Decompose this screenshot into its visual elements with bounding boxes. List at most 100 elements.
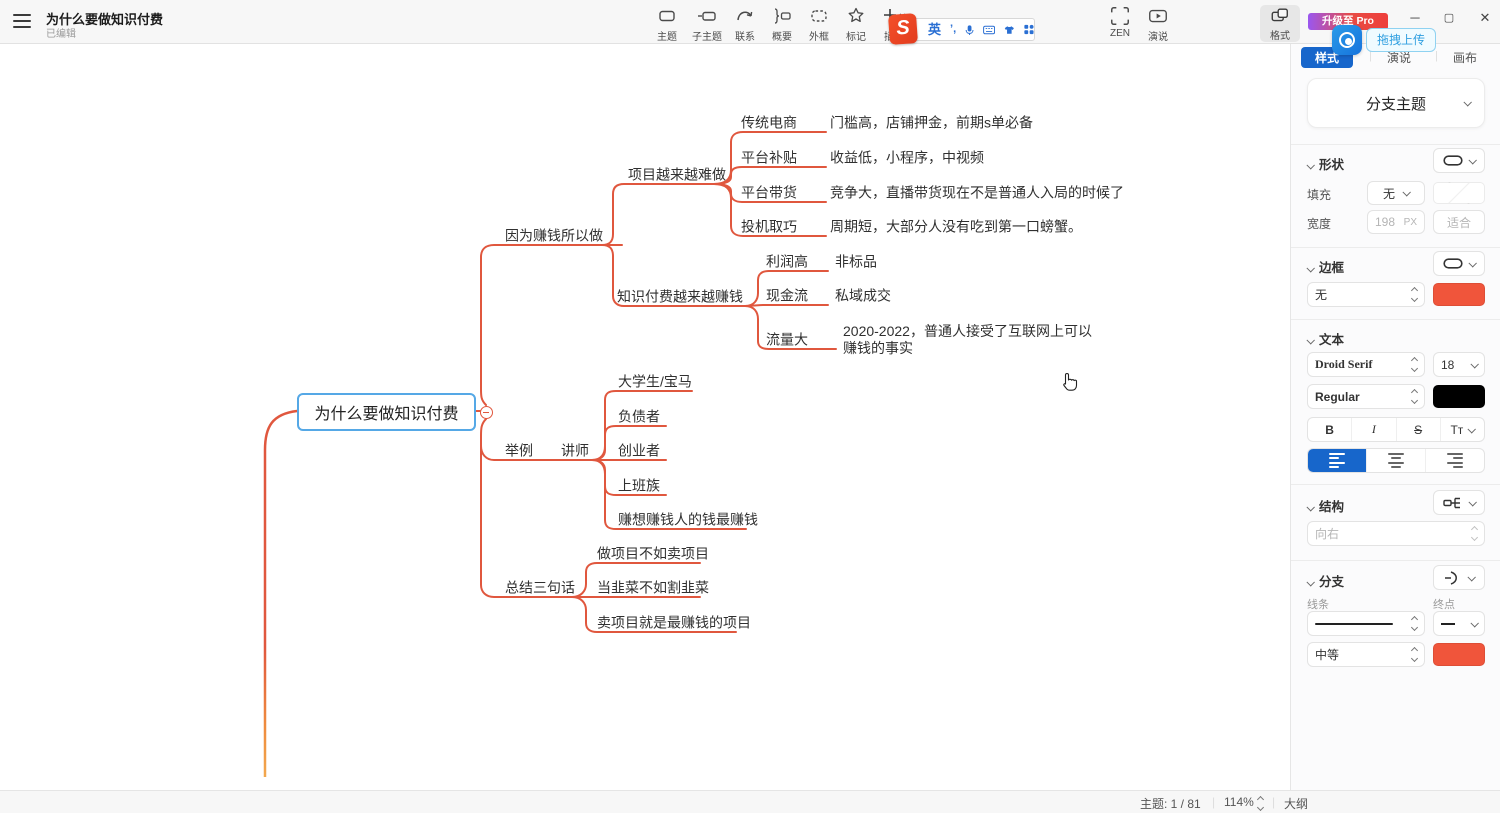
fill-label: 填充 [1307, 186, 1331, 203]
ime-keyboard-icon[interactable] [983, 24, 995, 36]
width-label: 宽度 [1307, 215, 1331, 232]
summary-icon [771, 5, 793, 27]
fit-width-button[interactable]: 适合 [1433, 210, 1485, 234]
branch-shape-dropdown[interactable] [1433, 565, 1485, 590]
border-style-dropdown[interactable] [1433, 251, 1485, 276]
mouse-cursor-hand [1060, 372, 1079, 394]
map-node-r3[interactable]: 卖项目就是最赚钱的项目 [597, 615, 751, 632]
map-node-b2c1[interactable]: 讲师 [561, 443, 589, 460]
drag-upload-widget[interactable]: 拖拽上传 [1332, 25, 1436, 55]
structure-direction-stepper[interactable]: 向右 [1307, 521, 1485, 546]
map-node-r2[interactable]: 当韭菜不如割韭菜 [597, 580, 709, 597]
ime-toolbox-icon[interactable] [1024, 23, 1034, 36]
zen-mode-icon [1109, 5, 1131, 27]
map-node-b3[interactable]: 总结三句话 [505, 580, 575, 597]
section-shape[interactable]: 形状 [1307, 154, 1344, 173]
hamburger-menu-icon[interactable] [13, 14, 31, 28]
topic-type-selector[interactable]: 分支主题 [1307, 78, 1485, 128]
map-node-u1l[interactable]: 非标品 [835, 254, 877, 271]
section-branch[interactable]: 分支 [1307, 571, 1344, 590]
map-node-t2l[interactable]: 收益低，小程序，中视频 [830, 150, 984, 167]
map-node-t4[interactable]: 投机取巧 [741, 219, 797, 236]
toolbar-topic-button[interactable]: 主题 [645, 5, 689, 43]
font-color-swatch[interactable] [1433, 385, 1485, 408]
text-case-dropdown[interactable]: Tᴛ [1441, 418, 1484, 441]
italic-button[interactable]: I [1352, 418, 1396, 441]
map-node-s5[interactable]: 赚想赚钱人的钱最赚钱 [618, 512, 758, 529]
map-node-b1c1[interactable]: 项目越来越难做 [628, 167, 726, 184]
align-center-button[interactable] [1367, 449, 1426, 472]
format-icon [1269, 6, 1291, 26]
line-style-stepper[interactable] [1307, 611, 1425, 636]
mindmap-canvas[interactable]: 为什么要做知识付费 因为赚钱所以做 项目越来越难做 传统电商 门槛高，店铺押金，前期s… [0, 44, 1290, 777]
section-structure[interactable]: 结构 [1307, 496, 1344, 515]
rounded-rect-border-icon [1443, 258, 1463, 269]
map-node-t1l[interactable]: 门槛高，店铺押金，前期s单必备 [830, 115, 1033, 132]
branch-color-swatch[interactable] [1433, 643, 1485, 666]
map-node-u2[interactable]: 现金流 [766, 288, 808, 305]
sogou-logo-icon[interactable]: S [888, 13, 918, 45]
window-maximize-button[interactable]: ▢ [1434, 6, 1464, 30]
map-node-b2[interactable]: 举例 [505, 443, 533, 460]
line-weight-stepper[interactable]: 中等 [1307, 642, 1425, 667]
map-node-s1[interactable]: 大学生/宝马 [618, 374, 692, 391]
text-style-group: B I S Tᴛ [1307, 417, 1485, 442]
border-width-stepper[interactable]: 无 [1307, 282, 1425, 307]
border-color-swatch[interactable] [1433, 283, 1485, 306]
align-right-button[interactable] [1426, 449, 1484, 472]
width-input[interactable]: 198 PX [1367, 210, 1425, 234]
ime-punct-toggle[interactable]: ’, [950, 24, 956, 35]
map-node-s4[interactable]: 上班族 [618, 478, 660, 495]
map-node-u1[interactable]: 利润高 [766, 254, 808, 271]
font-weight-stepper[interactable]: Regular [1307, 384, 1425, 409]
fill-color-swatch[interactable] [1433, 182, 1485, 204]
map-node-b1c2[interactable]: 知识付费越来越赚钱 [617, 289, 743, 306]
map-node-t2[interactable]: 平台补贴 [741, 150, 797, 167]
ime-mic-icon[interactable] [965, 23, 974, 37]
strikethrough-button[interactable]: S [1397, 418, 1441, 441]
font-size-dropdown[interactable]: 18 [1433, 352, 1485, 377]
section-text[interactable]: 文本 [1307, 329, 1344, 348]
shape-style-dropdown[interactable] [1433, 148, 1485, 173]
map-node-b1[interactable]: 因为赚钱所以做 [505, 228, 603, 245]
map-node-t3l[interactable]: 竞争大，直播带货现在不是普通人入局的时候了 [830, 185, 1124, 202]
align-left-icon [1329, 453, 1345, 469]
present-icon [1147, 5, 1169, 27]
map-node-r1[interactable]: 做项目不如卖项目 [597, 546, 709, 563]
drag-upload-tooltip: 拖拽上传 [1366, 28, 1436, 52]
stepper-arrows-icon[interactable] [1412, 288, 1417, 301]
text-align-group [1307, 448, 1485, 473]
topic-count: 主题: 1 / 81 [1140, 795, 1201, 812]
boundary-icon [808, 5, 830, 27]
zoom-level[interactable]: 114% [1224, 795, 1254, 809]
ime-lang-toggle[interactable]: 英 [928, 23, 941, 36]
tab-canvas[interactable]: 画布 [1439, 47, 1491, 68]
central-topic-node[interactable]: 为什么要做知识付费 [297, 393, 476, 431]
map-node-t3[interactable]: 平台带货 [741, 185, 797, 202]
collapse-branch-button[interactable] [480, 406, 493, 419]
rounded-rect-shape-icon [1443, 155, 1463, 166]
endpoint-dropdown[interactable] [1433, 611, 1485, 636]
map-node-t4l[interactable]: 周期短，大部分人没有吃到第一口螃蟹。 [830, 219, 1082, 236]
fill-dropdown[interactable]: 无 [1367, 181, 1425, 205]
font-family-stepper[interactable]: Droid Serif [1307, 352, 1425, 377]
toolbar-format-button[interactable]: 格式 [1260, 5, 1300, 42]
outline-button[interactable]: 大纲 [1284, 795, 1308, 812]
toolbar-present-button[interactable]: 演说 [1136, 5, 1180, 43]
cloud-drive-icon[interactable] [1332, 25, 1362, 55]
ime-skin-icon[interactable] [1004, 24, 1015, 36]
ime-toolbar[interactable]: S 英 ’, [905, 18, 1035, 41]
window-close-button[interactable]: ✕ [1470, 6, 1500, 30]
section-border[interactable]: 边框 [1307, 257, 1344, 276]
map-node-u3[interactable]: 流量大 [766, 332, 808, 349]
map-node-s3[interactable]: 创业者 [618, 443, 660, 460]
map-node-s2[interactable]: 负债者 [618, 409, 660, 426]
zoom-stepper-icon[interactable] [1258, 797, 1263, 810]
map-node-u2l[interactable]: 私域成交 [835, 288, 891, 305]
align-left-button[interactable] [1308, 449, 1367, 472]
map-node-u3l[interactable]: 2020-2022，普通人接受了互联网上可以赚钱的事实 [843, 323, 1105, 357]
bold-button[interactable]: B [1308, 418, 1352, 441]
structure-type-dropdown[interactable] [1433, 490, 1485, 515]
map-node-t1[interactable]: 传统电商 [741, 115, 797, 132]
document-state: 已编辑 [46, 25, 76, 40]
